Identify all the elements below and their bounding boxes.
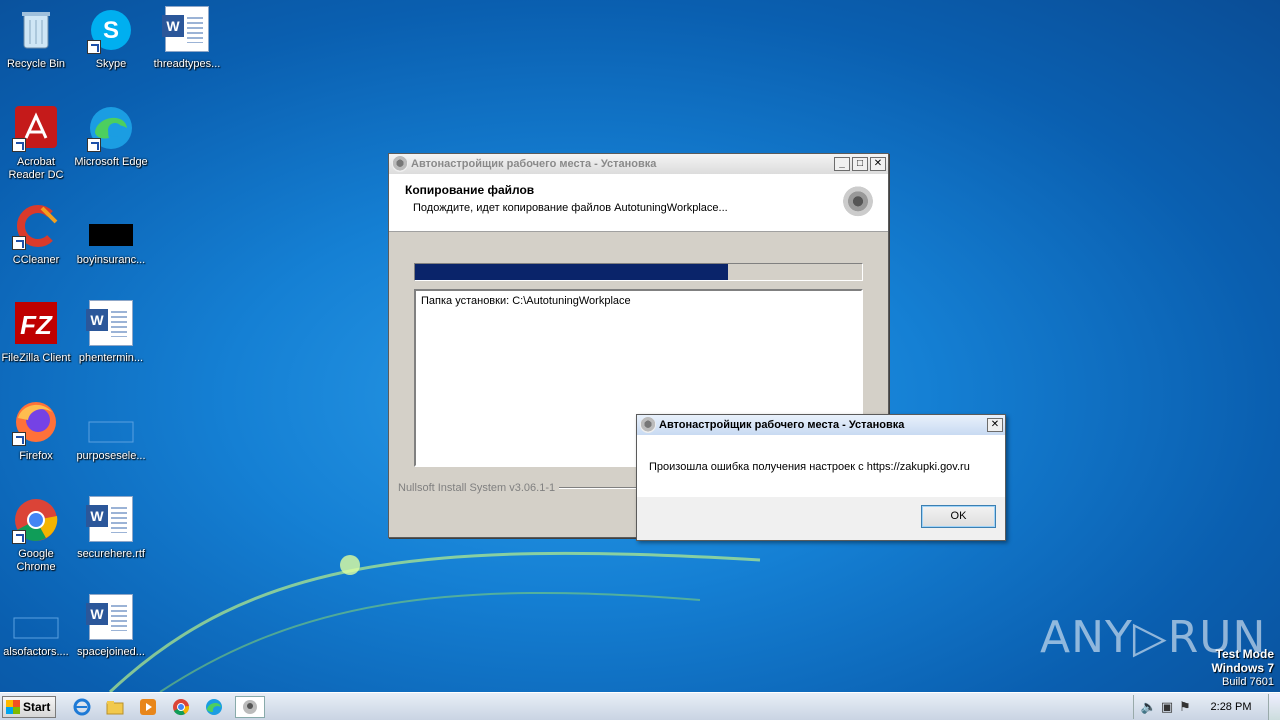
test-mode-line1: Test Mode	[1215, 647, 1274, 661]
dialog-title: Автонастройщик рабочего места - Установк…	[659, 419, 905, 431]
svg-text:FZ: FZ	[20, 310, 53, 340]
taskbar-explorer-icon[interactable]	[103, 696, 127, 718]
network-icon[interactable]: ▣	[1158, 699, 1176, 715]
svg-text:S: S	[103, 17, 119, 44]
action-center-flag-icon[interactable]: ⚑	[1176, 699, 1194, 715]
progress-fill	[415, 264, 728, 280]
dialog-titlebar[interactable]: Автонастройщик рабочего места - Установк…	[637, 415, 1005, 435]
desktop-icon-label: securehere.rtf	[77, 548, 145, 560]
desktop-icon-label: Skype	[95, 58, 127, 70]
nsis-branding: Nullsoft Install System v3.06.1-1	[398, 482, 649, 494]
maximize-button[interactable]: □	[852, 157, 868, 171]
desktop-icon-threadtypes[interactable]: threadtypes...	[149, 6, 225, 71]
desktop-icon-skype[interactable]: S Skype	[73, 6, 149, 71]
shortcut-arrow-icon	[12, 432, 26, 446]
dialog-body: Произошла ошибка получения настроек с ht…	[637, 435, 1005, 497]
desktop-icon-chrome[interactable]: Google Chrome	[0, 496, 74, 574]
desktop-icon-acrobat[interactable]: Acrobat Reader DC	[0, 104, 74, 182]
volume-icon[interactable]: 🔈	[1140, 699, 1158, 715]
desktop-icon-label: FileZilla Client	[1, 352, 71, 364]
emblem-icon	[392, 156, 408, 172]
log-line: Папка установки: C:\AutotuningWorkplace	[421, 295, 631, 307]
dialog-close-button[interactable]: ✕	[987, 418, 1003, 432]
word-document-icon	[86, 496, 135, 544]
shortcut-arrow-icon	[12, 138, 26, 152]
desktop-icon-label: Firefox	[19, 450, 53, 462]
install-progress-bar	[414, 263, 863, 281]
error-dialog[interactable]: Автонастройщик рабочего места - Установк…	[636, 414, 1006, 541]
desktop-icon-spacejoined[interactable]: spacejoined...	[73, 594, 149, 659]
emblem-icon	[640, 417, 656, 433]
desktop-icon-phentermin[interactable]: phentermin...	[73, 300, 149, 365]
ok-button[interactable]: OK	[921, 505, 996, 528]
desktop-icon-label: phentermin...	[78, 352, 144, 364]
taskbar-edge-icon[interactable]	[202, 696, 226, 718]
start-label: Start	[23, 699, 51, 714]
filezilla-icon: FZ	[12, 300, 60, 348]
chrome-icon	[12, 496, 60, 544]
desktop-icon-recycle-bin[interactable]: Recycle Bin	[0, 6, 74, 71]
eagle-emblem-icon	[842, 186, 874, 220]
shortcut-arrow-icon	[87, 40, 101, 54]
desktop-icon-label: Google Chrome	[16, 548, 56, 573]
installer-titlebar[interactable]: Автонастройщик рабочего места - Установк…	[389, 154, 888, 174]
windows-flag-icon	[6, 699, 20, 714]
desktop-icon-ccleaner[interactable]: CCleaner	[0, 202, 74, 267]
black-file-icon	[87, 202, 135, 250]
close-button[interactable]: ✕	[870, 157, 886, 171]
desktop-icon-firefox[interactable]: Firefox	[0, 398, 74, 463]
desktop-icon-label: Acrobat Reader DC	[8, 156, 64, 181]
edge-icon	[87, 104, 135, 152]
taskbar-clock[interactable]: 2:28 PM	[1194, 701, 1268, 713]
desktop-icon-label: CCleaner	[12, 254, 60, 266]
header-subtitle: Подождите, идет копирование файлов Autot…	[413, 202, 728, 214]
error-message: Произошла ошибка получения настроек с ht…	[649, 461, 970, 473]
desktop-icon-alsofactors[interactable]: alsofactors....	[0, 594, 74, 659]
desktop-icon-label: Microsoft Edge	[74, 156, 148, 168]
desktop-icon-label: alsofactors....	[3, 646, 69, 658]
show-desktop-button[interactable]	[1268, 693, 1280, 720]
taskbar-chrome-icon[interactable]	[169, 696, 193, 718]
acrobat-icon	[12, 104, 60, 152]
shortcut-arrow-icon	[12, 236, 26, 250]
firefox-icon	[12, 398, 60, 446]
ccleaner-icon	[12, 202, 60, 250]
test-mode-line2: Windows 7	[1211, 661, 1274, 675]
desktop-icon-label: Recycle Bin	[6, 58, 66, 70]
desktop-icon-filezilla[interactable]: FZ FileZilla Client	[0, 300, 74, 365]
desktop-icon-edge[interactable]: Microsoft Edge	[73, 104, 149, 169]
skype-icon: S	[87, 6, 135, 54]
taskbar-installer-icon[interactable]	[235, 695, 265, 718]
desktop-icon-boyinsurance[interactable]: boyinsuranc...	[73, 202, 149, 267]
taskbar-ie-icon[interactable]	[70, 696, 94, 718]
start-button[interactable]: Start	[2, 695, 56, 718]
test-mode-notice: Test Mode Windows 7 Build 7601	[1211, 648, 1274, 689]
installer-header: Копирование файлов Подождите, идет копир…	[389, 174, 888, 232]
recycle-bin-icon	[12, 6, 60, 54]
test-mode-line3: Build 7601	[1222, 676, 1274, 688]
blank-file-icon	[87, 398, 135, 446]
word-document-icon	[162, 6, 211, 54]
desktop-icon-securehere[interactable]: securehere.rtf	[73, 496, 149, 561]
taskbar-media-player-icon[interactable]	[136, 696, 160, 718]
taskbar: Start 🔈 ▣ ⚑ 2:28 PM	[0, 692, 1280, 720]
blank-file-icon	[12, 594, 60, 642]
word-document-icon	[86, 300, 135, 348]
desktop-icon-label: spacejoined...	[77, 646, 145, 658]
desktop-icon-label: threadtypes...	[153, 58, 221, 70]
desktop-icon-label: boyinsuranc...	[76, 254, 146, 266]
header-title: Копирование файлов	[405, 183, 535, 197]
word-document-icon	[86, 594, 135, 642]
desktop-icon-label: purposesele...	[76, 450, 146, 462]
shortcut-arrow-icon	[12, 530, 26, 544]
desktop-icon-purposesele[interactable]: purposesele...	[73, 398, 149, 463]
shortcut-arrow-icon	[87, 138, 101, 152]
minimize-button[interactable]: _	[834, 157, 850, 171]
system-tray: 🔈 ▣ ⚑ 2:28 PM	[1133, 693, 1280, 720]
installer-title: Автонастройщик рабочего места - Установк…	[411, 158, 657, 170]
